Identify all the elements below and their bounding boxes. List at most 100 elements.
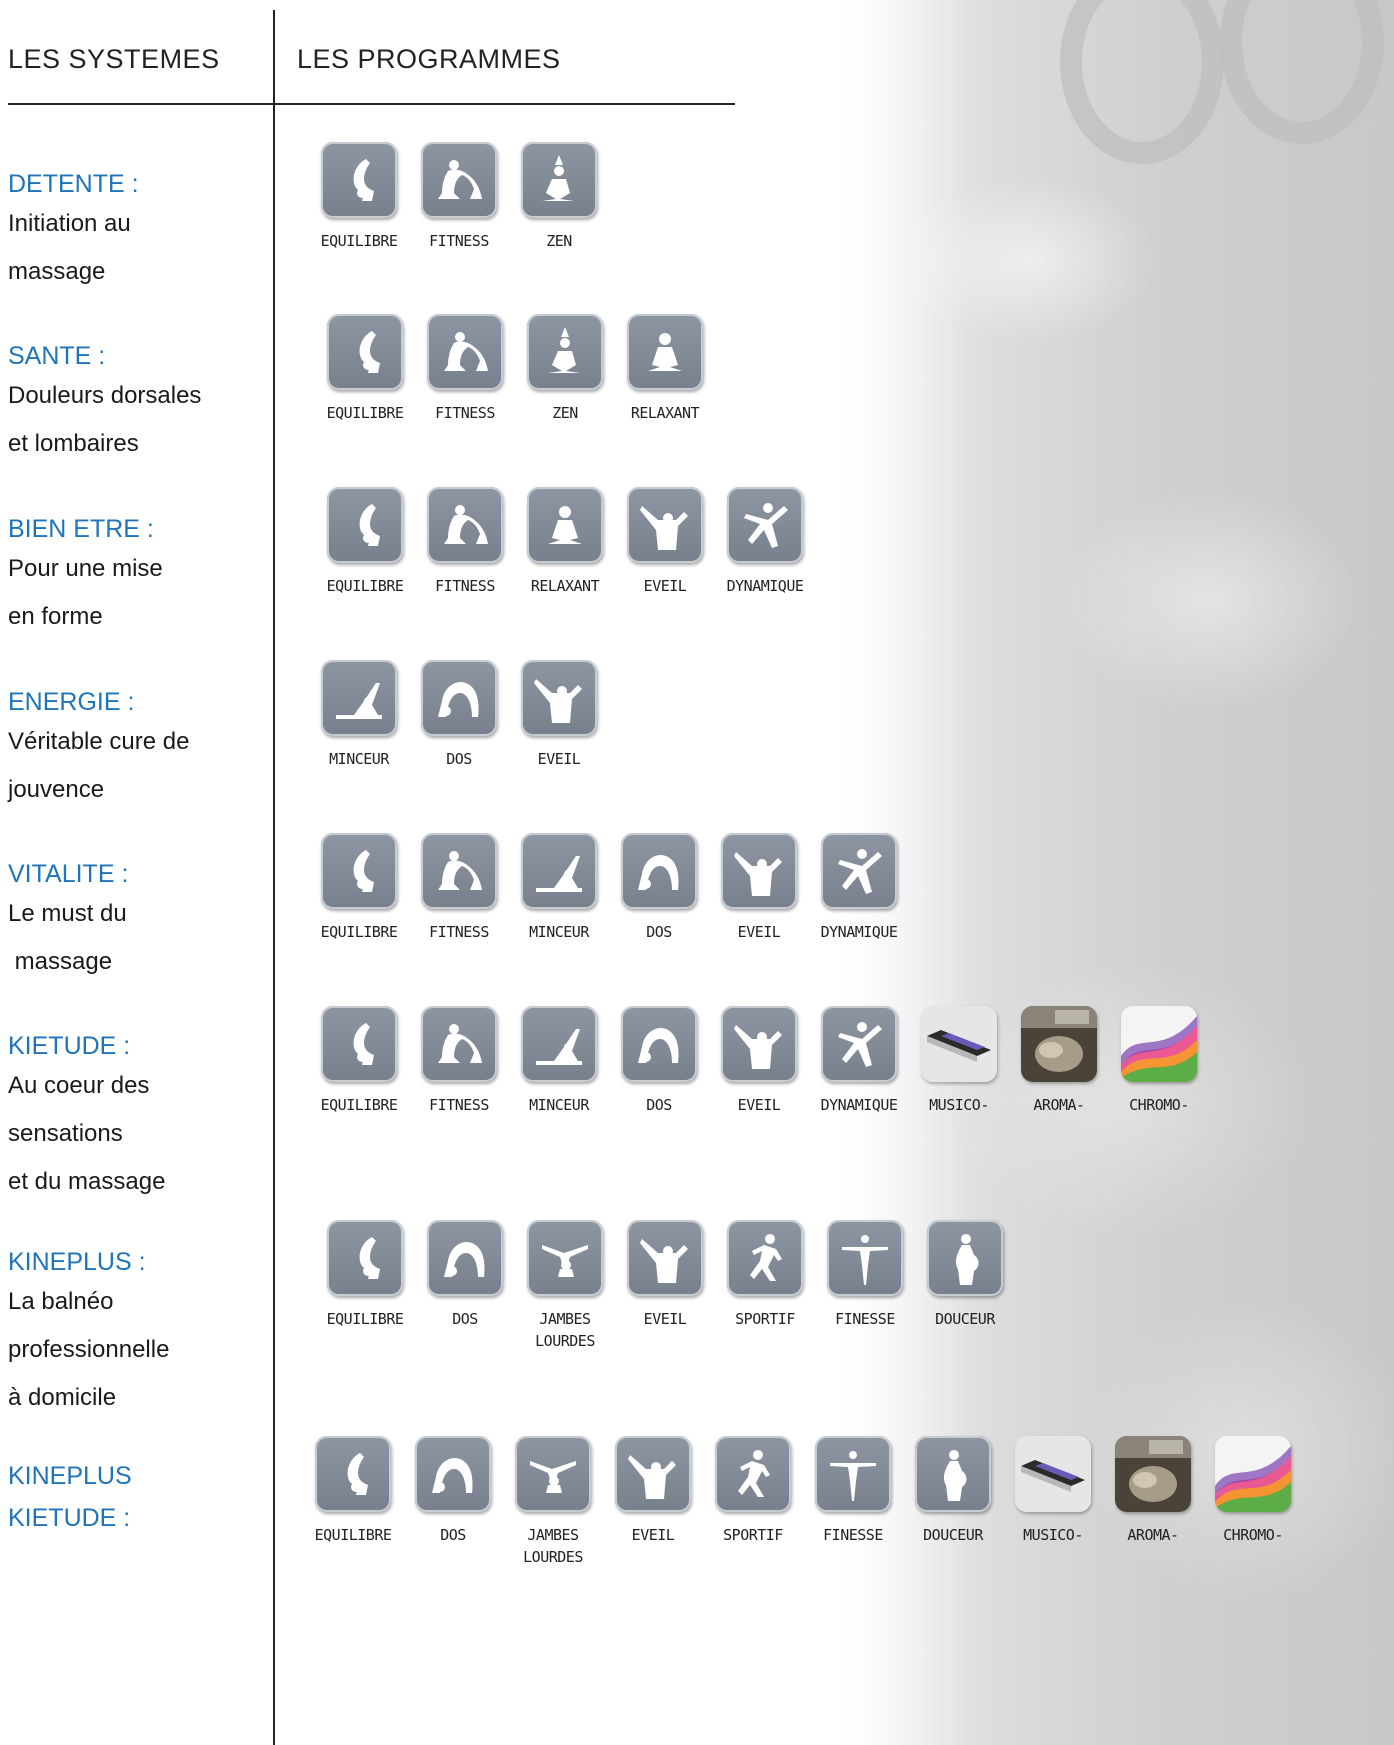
program-item: DOUCEUR [897, 1436, 1009, 1546]
equilibre-icon [315, 1436, 391, 1512]
program-item: EQUILIBRE [303, 142, 415, 252]
program-label: EQUILIBRE [326, 1310, 404, 1328]
program-item: FINESSE [797, 1436, 909, 1546]
program-item: EVEIL [609, 487, 721, 597]
finesse-icon [815, 1436, 891, 1512]
program-item: FITNESS [403, 833, 515, 943]
system-description: Au coeur des [8, 1072, 150, 1099]
program-label: EVEIL [737, 1096, 781, 1114]
system-name: ENERGIE : [8, 688, 135, 716]
system-entry: ENERGIE : Véritable cure de jouvence [8, 686, 263, 814]
program-label: AROMA- [1033, 1096, 1085, 1114]
system-name: KINEPLUS [8, 1462, 132, 1490]
program-label: MUSICO- [1023, 1526, 1083, 1544]
dynamique-icon [727, 487, 803, 563]
program-item: ZEN [503, 142, 615, 252]
program-label: RELAXANT [530, 577, 600, 595]
program-label: FITNESS [435, 404, 495, 422]
system-description: massage [8, 258, 106, 285]
eveil-icon [721, 833, 797, 909]
program-item: EVEIL [597, 1436, 709, 1546]
douceur-icon [915, 1436, 991, 1512]
program-item: MINCEUR [303, 660, 415, 770]
program-label: DOS [646, 923, 672, 941]
program-label: CHROMO- [1223, 1526, 1283, 1544]
aroma-icon [1021, 1006, 1097, 1082]
program-item: MINCEUR [503, 833, 615, 943]
program-label: ZEN [546, 232, 572, 250]
eveil-icon [627, 1220, 703, 1296]
program-item: MINCEUR [503, 1006, 615, 1116]
program-item: JAMBES LOURDES [509, 1220, 621, 1352]
program-label: FITNESS [429, 232, 489, 250]
fitness-icon [421, 142, 497, 218]
program-item: SPORTIF [697, 1436, 809, 1546]
sportif-icon [715, 1436, 791, 1512]
program-label: EVEIL [643, 1310, 687, 1328]
program-label: FITNESS [435, 577, 495, 595]
program-label: CHROMO- [1129, 1096, 1189, 1114]
program-label: FINESSE [835, 1310, 895, 1328]
program-label: SPORTIF [723, 1526, 783, 1544]
program-label: DOS [446, 750, 472, 768]
system-entry: DETENTE : Initiation au massage [8, 168, 263, 296]
program-item: DOS [397, 1436, 509, 1546]
system-description: et du massage [8, 1168, 166, 1195]
program-item: CHROMO- [1197, 1436, 1309, 1546]
program-label: EVEIL [631, 1526, 675, 1544]
system-description: Douleurs dorsales [8, 382, 202, 409]
program-item: EQUILIBRE [297, 1436, 409, 1546]
system-name: DETENTE : [8, 170, 139, 198]
bamboo-ring-decoration [1220, 0, 1384, 144]
program-item: DYNAMIQUE [803, 833, 915, 943]
program-item: DOS [409, 1220, 521, 1330]
program-label: AROMA- [1127, 1526, 1179, 1544]
program-item: EQUILIBRE [309, 314, 421, 424]
dynamique-icon [821, 833, 897, 909]
header-divider [273, 103, 735, 105]
program-label: EQUILIBRE [320, 923, 398, 941]
system-description: professionnelle [8, 1336, 170, 1363]
program-item: EQUILIBRE [309, 487, 421, 597]
system-description: massage [8, 948, 113, 975]
program-label: MINCEUR [529, 923, 589, 941]
dynamique-icon [821, 1006, 897, 1082]
program-label: JAMBES LOURDES [535, 1310, 595, 1350]
program-item: MUSICO- [997, 1436, 1109, 1546]
program-label: MUSICO- [929, 1096, 989, 1114]
equilibre-icon [327, 1220, 403, 1296]
program-label: DYNAMIQUE [726, 577, 804, 595]
program-label: RELAXANT [630, 404, 700, 422]
system-description: en forme [8, 603, 103, 630]
finesse-icon [827, 1220, 903, 1296]
system-description: Initiation au [8, 210, 131, 237]
eveil-icon [615, 1436, 691, 1512]
aroma-icon [1115, 1436, 1191, 1512]
system-name: KIETUDE : [8, 1504, 131, 1532]
program-item: AROMA- [1003, 1006, 1115, 1116]
program-item: DOS [403, 660, 515, 770]
dos-icon [621, 1006, 697, 1082]
fitness-icon [421, 833, 497, 909]
program-label: EVEIL [537, 750, 581, 768]
program-item: DYNAMIQUE [709, 487, 821, 597]
system-name: KIETUDE : [8, 1032, 131, 1060]
program-label: MINCEUR [329, 750, 389, 768]
program-label: DOS [440, 1526, 466, 1544]
chromo-icon [1215, 1436, 1291, 1512]
dos-icon [415, 1436, 491, 1512]
program-item: EQUILIBRE [303, 833, 415, 943]
program-label: DOUCEUR [935, 1310, 995, 1328]
programs-header: LES PROGRAMMES [297, 44, 561, 74]
program-item: RELAXANT [509, 487, 621, 597]
program-item: DOS [603, 1006, 715, 1116]
program-item: ZEN [509, 314, 621, 424]
chromo-icon [1121, 1006, 1197, 1082]
equilibre-icon [321, 1006, 397, 1082]
program-label: DYNAMIQUE [820, 923, 898, 941]
program-label: DOS [646, 1096, 672, 1114]
fitness-icon [427, 487, 503, 563]
program-item: FINESSE [809, 1220, 921, 1330]
system-description: sensations [8, 1120, 123, 1147]
program-item: MUSICO- [903, 1006, 1015, 1116]
